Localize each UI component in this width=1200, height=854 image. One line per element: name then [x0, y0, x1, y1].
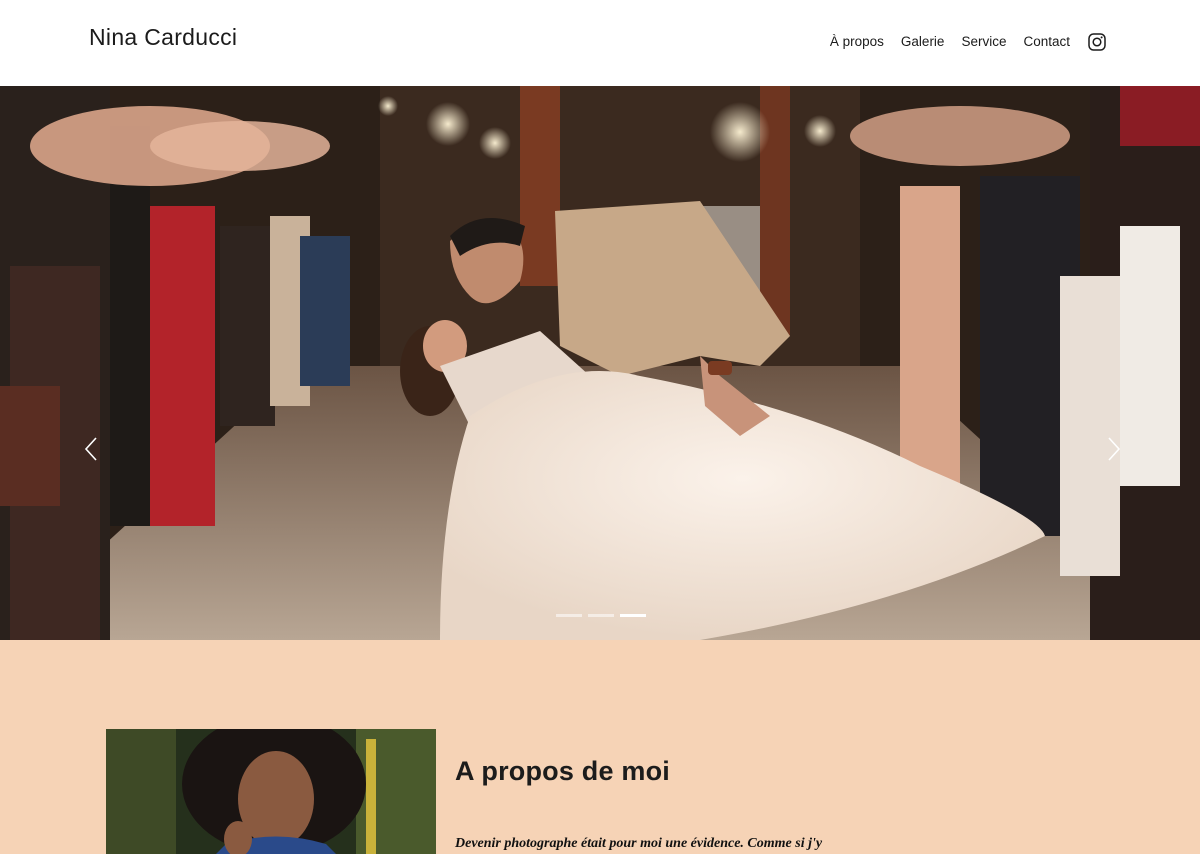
carousel-slide-image — [0, 86, 1200, 640]
nav-link-service[interactable]: Service — [961, 31, 1006, 53]
carousel-indicator-3[interactable] — [620, 614, 646, 617]
instagram-icon[interactable] — [1088, 33, 1106, 51]
about-section: A propos de moi Devenir photographe étai… — [0, 640, 1200, 854]
site-header: Nina Carducci À propos Galerie Service C… — [0, 0, 1200, 86]
hero-carousel — [0, 86, 1200, 640]
site-brand[interactable]: Nina Carducci — [89, 24, 237, 51]
carousel-indicator-1[interactable] — [556, 614, 582, 617]
main-nav: À propos Galerie Service Contact — [830, 31, 1106, 53]
chevron-right-icon[interactable] — [1103, 434, 1123, 464]
carousel-indicators — [556, 614, 652, 617]
photographer-portrait — [106, 729, 436, 854]
nav-link-galerie[interactable]: Galerie — [901, 31, 945, 53]
nav-link-a-propos[interactable]: À propos — [830, 31, 884, 53]
about-text: Devenir photographe était pour moi une é… — [455, 836, 823, 851]
nav-link-contact[interactable]: Contact — [1023, 31, 1070, 53]
about-title: A propos de moi — [455, 756, 671, 786]
chevron-left-icon[interactable] — [82, 434, 102, 464]
carousel-indicator-2[interactable] — [588, 614, 614, 617]
